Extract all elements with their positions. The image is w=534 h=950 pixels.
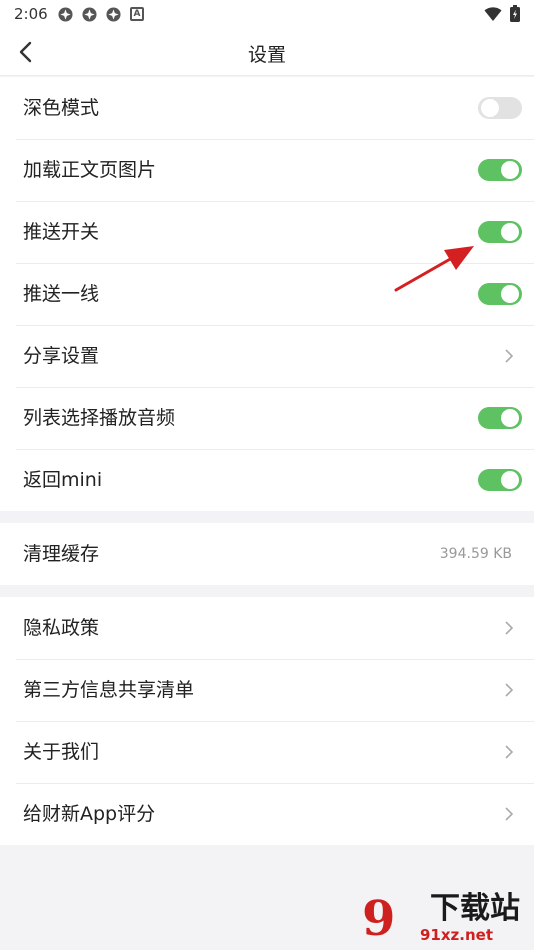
dark-mode-toggle[interactable] xyxy=(478,97,522,119)
watermark-url: 91xz.net xyxy=(420,926,494,944)
status-bar: 2:06 A xyxy=(0,0,534,28)
toggle-knob xyxy=(501,223,519,241)
setting-privacy-policy[interactable]: 隐私政策 xyxy=(0,597,534,659)
push-frontline-toggle[interactable] xyxy=(478,283,522,305)
setting-label: 给财新App评分 xyxy=(23,803,156,825)
setting-load-images: 加载正文页图片 xyxy=(0,139,534,201)
setting-label: 列表选择播放音频 xyxy=(23,407,176,429)
setting-label: 隐私政策 xyxy=(23,617,100,639)
chevron-right-icon xyxy=(505,683,514,697)
load-images-toggle[interactable] xyxy=(478,159,522,181)
cache-size: 394.59 KB xyxy=(439,546,512,562)
settings-group-about: 隐私政策 第三方信息共享清单 关于我们 给财新App评分 xyxy=(0,597,534,845)
setting-clear-cache[interactable]: 清理缓存 394.59 KB xyxy=(0,523,534,585)
setting-label: 加载正文页图片 xyxy=(23,159,157,181)
setting-label: 推送开关 xyxy=(23,221,100,243)
setting-label: 清理缓存 xyxy=(23,543,100,565)
return-mini-toggle[interactable] xyxy=(478,469,522,491)
a-box-icon: A xyxy=(130,7,144,21)
battery-icon xyxy=(510,5,520,22)
app-icon xyxy=(106,6,121,22)
setting-label: 返回mini xyxy=(23,469,103,491)
chevron-right-icon xyxy=(505,621,514,635)
status-time: 2:06 xyxy=(14,5,48,23)
list-audio-toggle[interactable] xyxy=(478,407,522,429)
setting-label: 深色模式 xyxy=(23,97,100,119)
page-title: 设置 xyxy=(247,44,286,66)
app-icon xyxy=(82,6,97,22)
watermark-title: 下载站 xyxy=(430,891,520,926)
push-switch-toggle[interactable] xyxy=(478,221,522,243)
setting-label: 关于我们 xyxy=(23,741,100,763)
annotation-arrow-icon xyxy=(394,246,474,292)
setting-rate-app[interactable]: 给财新App评分 xyxy=(0,783,534,845)
setting-list-audio: 列表选择播放音频 xyxy=(0,387,534,449)
setting-share[interactable]: 分享设置 xyxy=(0,325,534,387)
toggle-knob xyxy=(501,285,519,303)
toggle-knob xyxy=(501,161,519,179)
setting-dark-mode: 深色模式 xyxy=(0,77,534,139)
watermark-logo: 9 下载站 91xz.net xyxy=(362,888,532,948)
toggle-knob xyxy=(501,409,519,427)
watermark-number: 9 xyxy=(362,891,396,947)
notification-icons: A xyxy=(58,6,144,22)
setting-about-us[interactable]: 关于我们 xyxy=(0,721,534,783)
app-icon xyxy=(58,6,73,22)
status-right xyxy=(484,5,520,22)
setting-label: 第三方信息共享清单 xyxy=(23,679,195,701)
wifi-icon xyxy=(484,6,502,21)
nav-bar: 设置 xyxy=(0,28,534,76)
chevron-right-icon xyxy=(505,349,514,363)
setting-return-mini: 返回mini xyxy=(0,449,534,511)
toggle-knob xyxy=(481,99,499,117)
toggle-knob xyxy=(501,471,519,489)
chevron-right-icon xyxy=(505,807,514,821)
setting-label: 推送一线 xyxy=(23,283,100,305)
settings-group-cache: 清理缓存 394.59 KB xyxy=(0,523,534,585)
chevron-right-icon xyxy=(505,745,514,759)
setting-label: 分享设置 xyxy=(23,345,100,367)
setting-third-party-list[interactable]: 第三方信息共享清单 xyxy=(0,659,534,721)
